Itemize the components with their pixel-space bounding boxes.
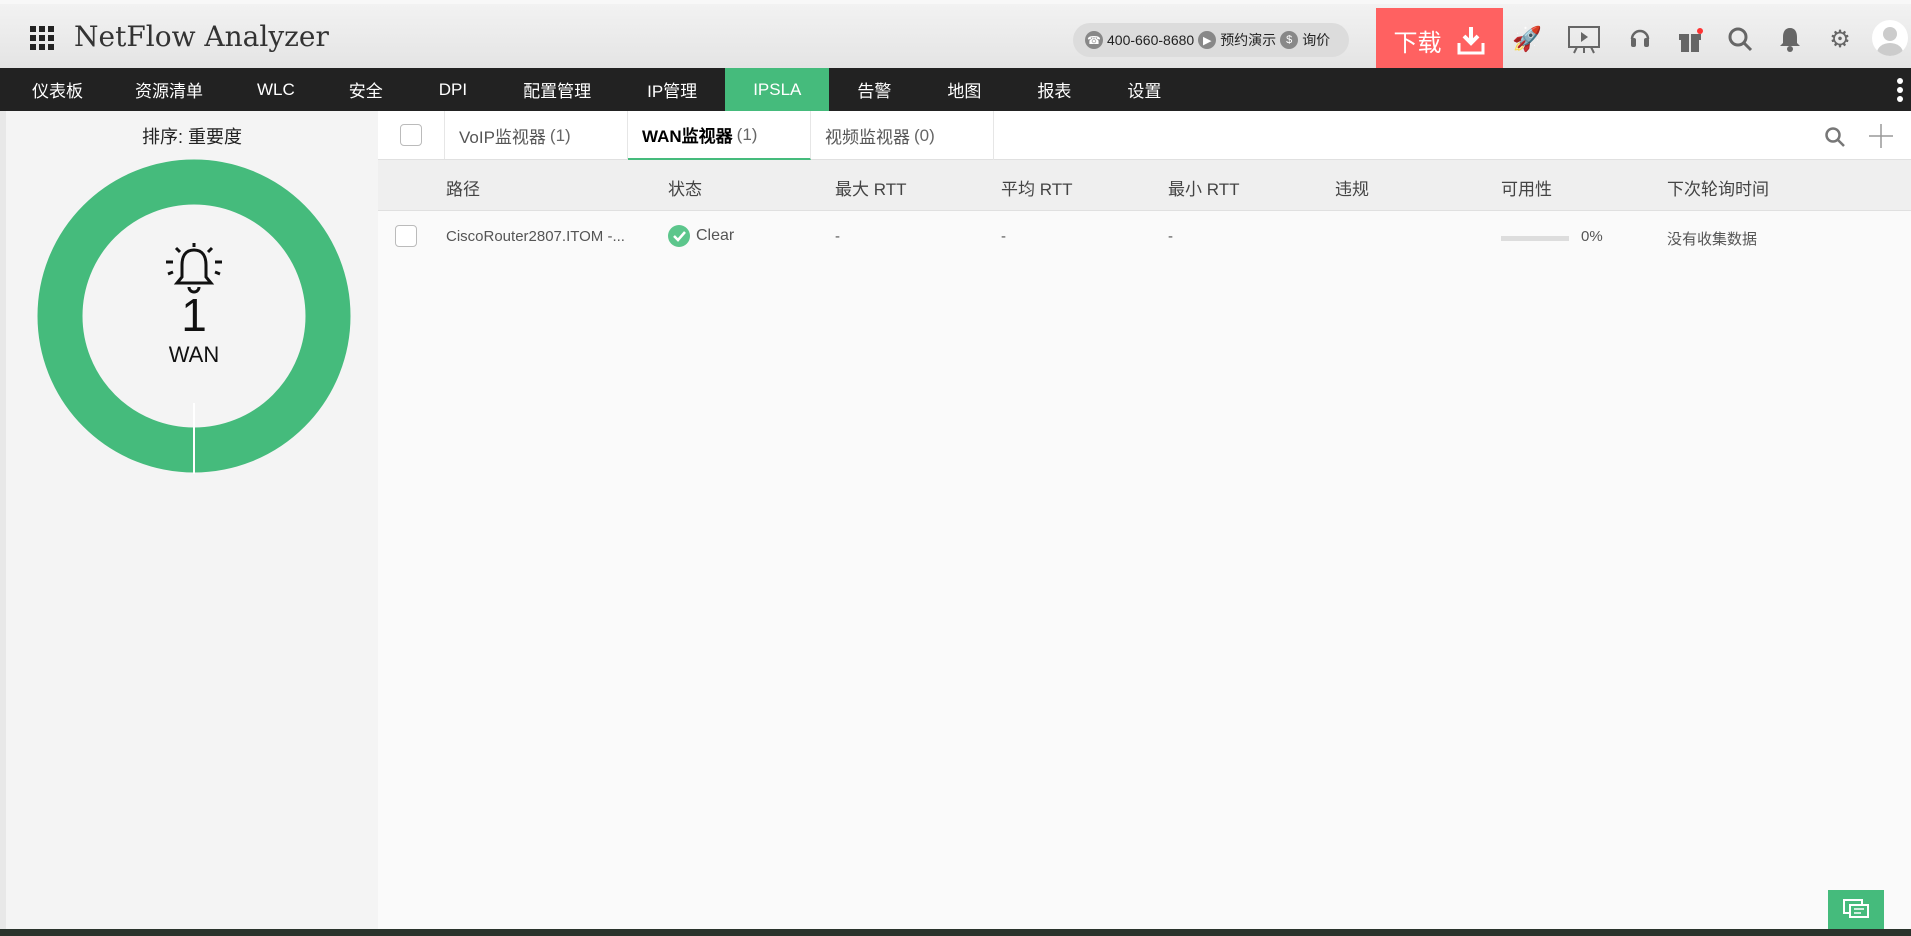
row-availability: 0% bbox=[1581, 228, 1603, 245]
select-all-checkbox[interactable] bbox=[400, 124, 422, 146]
col-next-poll[interactable]: 下次轮询时间 bbox=[1667, 175, 1769, 200]
availability-bar bbox=[1501, 236, 1569, 241]
gift-icon[interactable] bbox=[1675, 24, 1705, 54]
download-label: 下载 bbox=[1393, 29, 1442, 57]
bottom-strip bbox=[0, 929, 1911, 936]
col-status[interactable]: 状态 bbox=[668, 175, 702, 200]
chat-button[interactable] bbox=[1828, 890, 1884, 929]
nav-ip[interactable]: IP管理 bbox=[619, 68, 725, 111]
headset-icon[interactable] bbox=[1625, 24, 1655, 54]
main-nav: 仪表板 资源清单 WLC 安全 DPI 配置管理 IP管理 IPSLA 告警 地… bbox=[0, 68, 1911, 111]
nav-config[interactable]: 配置管理 bbox=[495, 68, 619, 111]
nav-dashboard[interactable]: 仪表板 bbox=[8, 68, 107, 111]
main-panel: VoIP监视器 (1) WAN监视器 (1) 视频监视器 (0) 路径 状态 最大 R… bbox=[378, 111, 1911, 929]
top-header: NetFlow Analyzer ☎ 400-660-8680 ▶ 预约演示 $… bbox=[0, 0, 1911, 72]
app-grid-icon[interactable] bbox=[30, 26, 54, 50]
row-status: Clear bbox=[668, 225, 734, 247]
download-icon bbox=[1457, 27, 1484, 55]
search-icon[interactable] bbox=[1725, 24, 1755, 54]
row-next-poll: 没有收集数据 bbox=[1667, 231, 1758, 248]
nav-ipsla[interactable]: IPSLA bbox=[725, 68, 830, 111]
download-button[interactable]: 下载 bbox=[1376, 8, 1503, 72]
add-icon[interactable] bbox=[1868, 123, 1894, 149]
tab-voip[interactable]: VoIP监视器 (1) bbox=[445, 111, 628, 160]
app-title: NetFlow Analyzer bbox=[74, 20, 329, 53]
demo-icon: ▶ bbox=[1198, 31, 1217, 49]
rocket-icon[interactable]: 🚀 bbox=[1512, 24, 1542, 54]
col-min-rtt[interactable]: 最小 RTT bbox=[1168, 175, 1239, 200]
row-min-rtt: - bbox=[1168, 228, 1173, 245]
col-max-rtt[interactable]: 最大 RTT bbox=[835, 175, 906, 200]
wan-count: 1 bbox=[181, 289, 207, 341]
nav-map[interactable]: 地图 bbox=[919, 68, 1009, 111]
nav-inventory[interactable]: 资源清单 bbox=[107, 68, 231, 111]
row-max-rtt: - bbox=[835, 228, 840, 245]
search-icon[interactable] bbox=[1824, 126, 1846, 148]
presentation-icon[interactable] bbox=[1566, 24, 1602, 54]
col-violation[interactable]: 违规 bbox=[1335, 175, 1369, 200]
nav-wlc[interactable]: WLC bbox=[231, 68, 321, 111]
col-availability[interactable]: 可用性 bbox=[1501, 175, 1552, 200]
sort-label[interactable]: 排序: 重要度 bbox=[6, 123, 378, 149]
check-circle-icon bbox=[668, 225, 690, 247]
tab-wan[interactable]: WAN监视器 (1) bbox=[628, 111, 811, 160]
wan-label: WAN bbox=[168, 342, 220, 367]
demo-link[interactable]: 预约演示 bbox=[1220, 30, 1276, 50]
row-path[interactable]: CiscoRouter2807.ITOM -... bbox=[446, 228, 625, 245]
price-link[interactable]: 询价 bbox=[1302, 30, 1330, 50]
phone-icon: ☎ bbox=[1085, 31, 1103, 49]
nav-dpi[interactable]: DPI bbox=[411, 68, 495, 111]
monitor-tabs: VoIP监视器 (1) WAN监视器 (1) 视频监视器 (0) bbox=[378, 111, 1911, 160]
table-header: 路径 状态 最大 RTT 平均 RTT 最小 RTT 违规 可用性 下次轮询时间 bbox=[378, 160, 1911, 211]
contact-pill: ☎ 400-660-8680 ▶ 预约演示 $ 询价 bbox=[1073, 23, 1349, 57]
phone-number[interactable]: 400-660-8680 bbox=[1107, 32, 1194, 48]
bell-icon[interactable] bbox=[1775, 24, 1805, 54]
tab-video[interactable]: 视频监视器 (0) bbox=[811, 111, 994, 160]
gear-icon[interactable]: ⚙ bbox=[1825, 24, 1855, 54]
row-checkbox[interactable] bbox=[395, 225, 417, 247]
chat-icon bbox=[1843, 898, 1869, 918]
col-avg-rtt[interactable]: 平均 RTT bbox=[1001, 175, 1072, 200]
row-avg-rtt: - bbox=[1001, 228, 1006, 245]
more-icon[interactable] bbox=[1897, 78, 1905, 105]
nav-security[interactable]: 安全 bbox=[321, 68, 411, 111]
sidebar: 排序: 重要度 1 WAN bbox=[0, 111, 378, 929]
dollar-icon: $ bbox=[1280, 31, 1299, 49]
user-avatar[interactable] bbox=[1872, 20, 1908, 56]
col-path[interactable]: 路径 bbox=[446, 175, 480, 200]
nav-settings[interactable]: 设置 bbox=[1099, 68, 1189, 111]
nav-alarms[interactable]: 告警 bbox=[829, 68, 919, 111]
nav-reports[interactable]: 报表 bbox=[1009, 68, 1099, 111]
table-row[interactable]: CiscoRouter2807.ITOM -... Clear - - - 0%… bbox=[378, 211, 1911, 263]
